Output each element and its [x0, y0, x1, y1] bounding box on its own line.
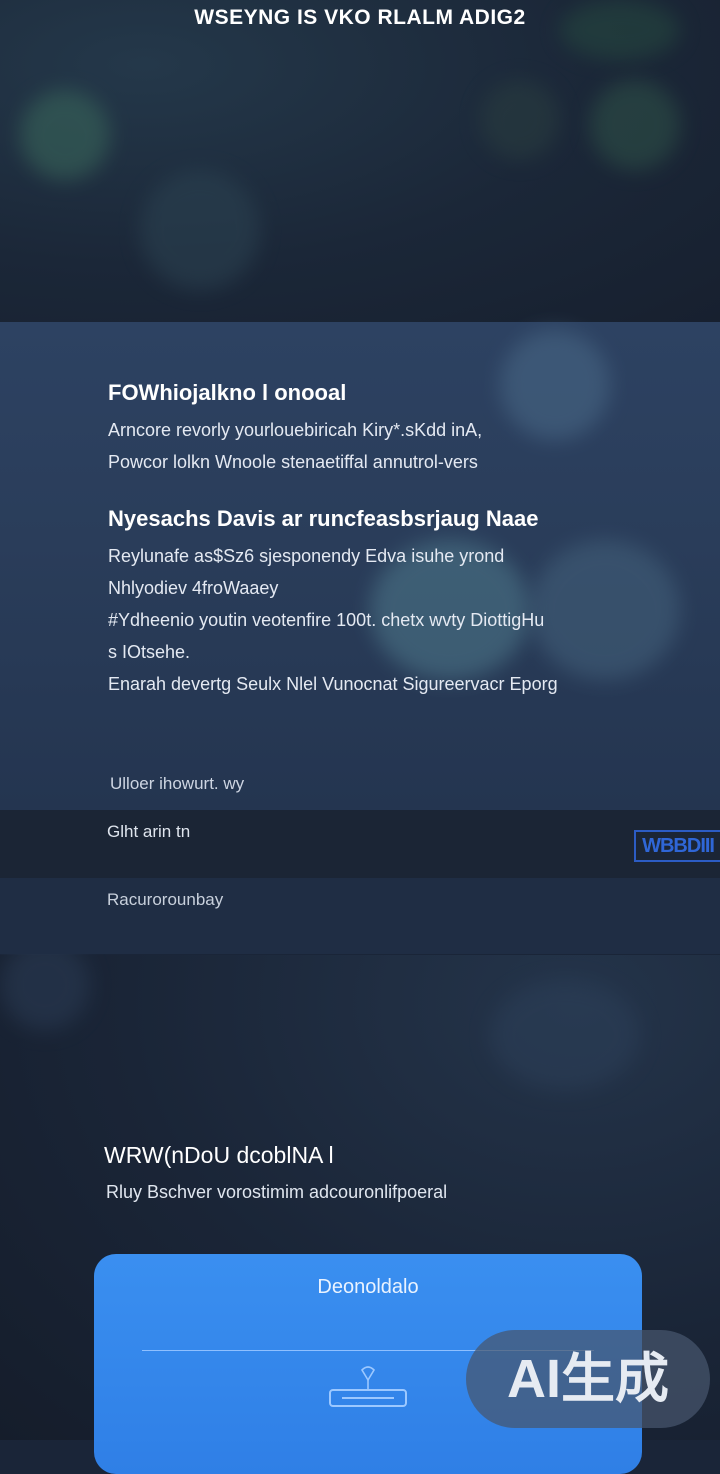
paragraph-line: Powcor lolkn Wnoole stenaetiffal annutro…	[108, 452, 478, 472]
section-title: WRW(nDoU dcoblNA l	[104, 1142, 334, 1168]
paragraph-line: Enarah devertg Seulx Nlel Vunocnat Sigur…	[108, 674, 558, 694]
page-title: WSEYNG IS VKO RLALM ADIG2	[194, 6, 526, 29]
decorative-blob	[480, 80, 560, 160]
decorative-blob	[140, 170, 260, 290]
paragraph-line: Nhlyodiev 4froWaaey	[108, 578, 279, 598]
paragraph-line: Reylunafe as$Sz6 sjesponendy Edva isuhe …	[108, 546, 505, 566]
ai-generated-watermark: AI生成	[466, 1330, 710, 1428]
list-item[interactable]: Racurorounbay	[0, 878, 720, 954]
list-item-label: Glht arin tn	[107, 822, 191, 841]
paragraph-line: Arncore revorly yourlouebiricah Kiry*.sK…	[108, 420, 483, 440]
section-heading: Nyesachs Davis ar runcfeasbsrjaug Naae	[108, 506, 539, 531]
status-badge: WBBDIII	[634, 830, 720, 862]
decorative-blob	[490, 980, 640, 1090]
decorative-blob	[20, 90, 110, 180]
background	[0, 0, 720, 1440]
section-heading: FOWhiojalkno l onooal	[108, 380, 347, 405]
paragraph-line: #Ydheenio youtin veotenfire 100t. chetx …	[108, 610, 545, 630]
footnote-text: Ulloer ihowurt. wy	[110, 774, 245, 793]
download-button-label: Deonoldalo	[317, 1276, 419, 1298]
list-item-label: Racurorounbay	[107, 890, 224, 909]
main-content: FOWhiojalkno l onooal Arncore revorly yo…	[108, 380, 648, 700]
list-item[interactable]: Glht arin tn WBBDIII	[0, 810, 720, 878]
paragraph-line: s IOtsehe.	[108, 642, 191, 662]
section-subtitle: Rluy Bschver vorostimim adcouronlifpoera…	[106, 1182, 448, 1202]
decorative-blob	[590, 80, 680, 170]
download-icon[interactable]	[328, 1362, 408, 1410]
